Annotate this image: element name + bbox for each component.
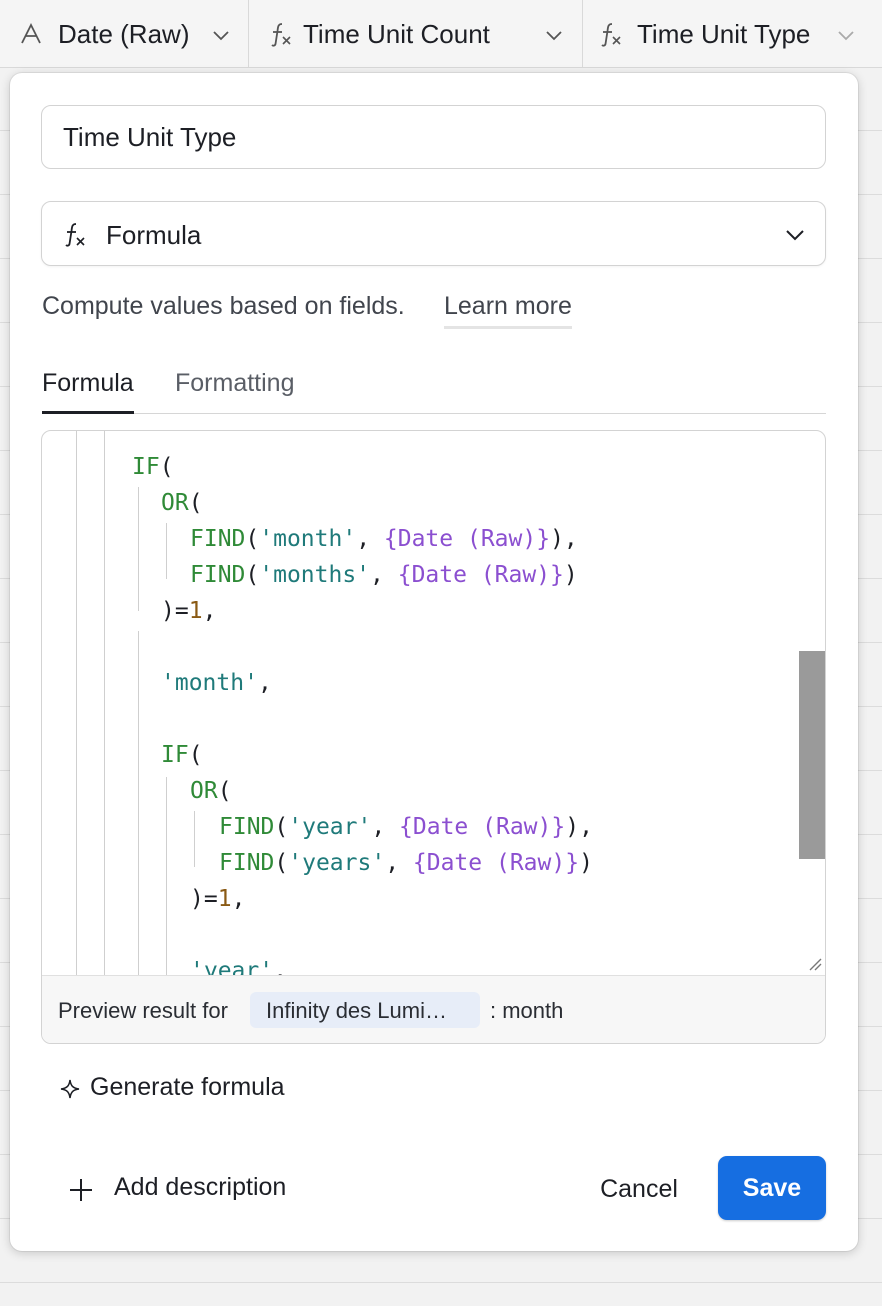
cancel-button[interactable]: Cancel xyxy=(584,1163,694,1215)
formula-line: IF( xyxy=(132,454,174,480)
column-header-label: Time Unit Type xyxy=(637,19,811,49)
preview-record-chip[interactable]: Infinity des Lumi… xyxy=(250,992,480,1028)
editor-scrollbar-thumb[interactable] xyxy=(799,651,825,859)
indent-guide xyxy=(138,631,139,975)
generate-formula-label: Generate formula xyxy=(90,1073,285,1101)
formula-line: 'month', xyxy=(161,670,272,696)
formula-editor[interactable]: IF( OR( FIND('month', {Date (Raw)}), FIND('… xyxy=(41,430,826,1044)
sparkle-icon xyxy=(60,1079,80,1099)
learn-more-link[interactable]: Learn more xyxy=(444,292,572,329)
resize-handle-icon[interactable] xyxy=(808,957,822,971)
field-config-dialog: Time Unit Type Formula Compute values ba… xyxy=(10,73,858,1251)
formula-line: )=1, xyxy=(161,598,217,624)
indent-guide xyxy=(76,431,77,975)
formula-line: OR( xyxy=(161,490,203,516)
table-header-row: Date (Raw) Time Unit Count Time Unit Typ… xyxy=(0,0,882,68)
chevron-down-icon[interactable] xyxy=(835,24,857,46)
column-header-date-raw[interactable]: Date (Raw) xyxy=(0,0,249,67)
chevron-down-icon xyxy=(786,230,804,241)
column-header-time-unit-count[interactable]: Time Unit Count xyxy=(249,0,583,67)
plus-icon xyxy=(70,1179,92,1201)
formula-line: 'year', xyxy=(190,958,287,975)
single-line-text-icon xyxy=(21,22,41,44)
preview-bar: Preview result for Infinity des Lumi… : … xyxy=(42,975,825,1043)
formula-icon xyxy=(65,223,85,247)
formula-line: )=1, xyxy=(190,886,246,912)
formula-line: FIND('years', {Date (Raw)}) xyxy=(219,850,593,876)
formula-tabs: Formula Formatting xyxy=(42,369,826,414)
field-type-value: Formula xyxy=(106,220,202,250)
field-type-select[interactable]: Formula xyxy=(41,201,826,266)
column-header-time-unit-type[interactable]: Time Unit Type xyxy=(583,0,882,67)
chevron-down-icon[interactable] xyxy=(543,24,565,46)
formula-code-area[interactable]: IF( OR( FIND('month', {Date (Raw)}), FIND('… xyxy=(42,431,825,975)
preview-result: : month xyxy=(490,998,564,1023)
formula-line: FIND('year', {Date (Raw)}), xyxy=(219,814,593,840)
preview-label: Preview result for xyxy=(58,998,228,1023)
formula-icon xyxy=(271,23,291,47)
chevron-down-icon[interactable] xyxy=(210,24,232,46)
column-header-label: Time Unit Count xyxy=(303,19,490,49)
formula-icon xyxy=(601,23,621,47)
save-button[interactable]: Save xyxy=(718,1156,826,1220)
add-description-label: Add description xyxy=(114,1173,287,1201)
formula-line: FIND('months', {Date (Raw)}) xyxy=(190,562,578,588)
indent-guide xyxy=(104,431,105,975)
indent-guide xyxy=(166,523,167,579)
tab-formatting[interactable]: Formatting xyxy=(175,369,294,411)
indent-guide xyxy=(194,811,195,867)
formula-line: OR( xyxy=(190,778,232,804)
indent-guide xyxy=(138,487,139,611)
tab-formula[interactable]: Formula xyxy=(42,369,134,414)
formula-line: FIND('month', {Date (Raw)}), xyxy=(190,526,578,552)
formula-line: IF( xyxy=(161,742,203,768)
indent-guide xyxy=(166,777,167,975)
field-name-input[interactable]: Time Unit Type xyxy=(41,105,826,169)
column-header-label: Date (Raw) xyxy=(58,19,190,49)
field-type-description: Compute values based on fields. xyxy=(42,292,405,320)
